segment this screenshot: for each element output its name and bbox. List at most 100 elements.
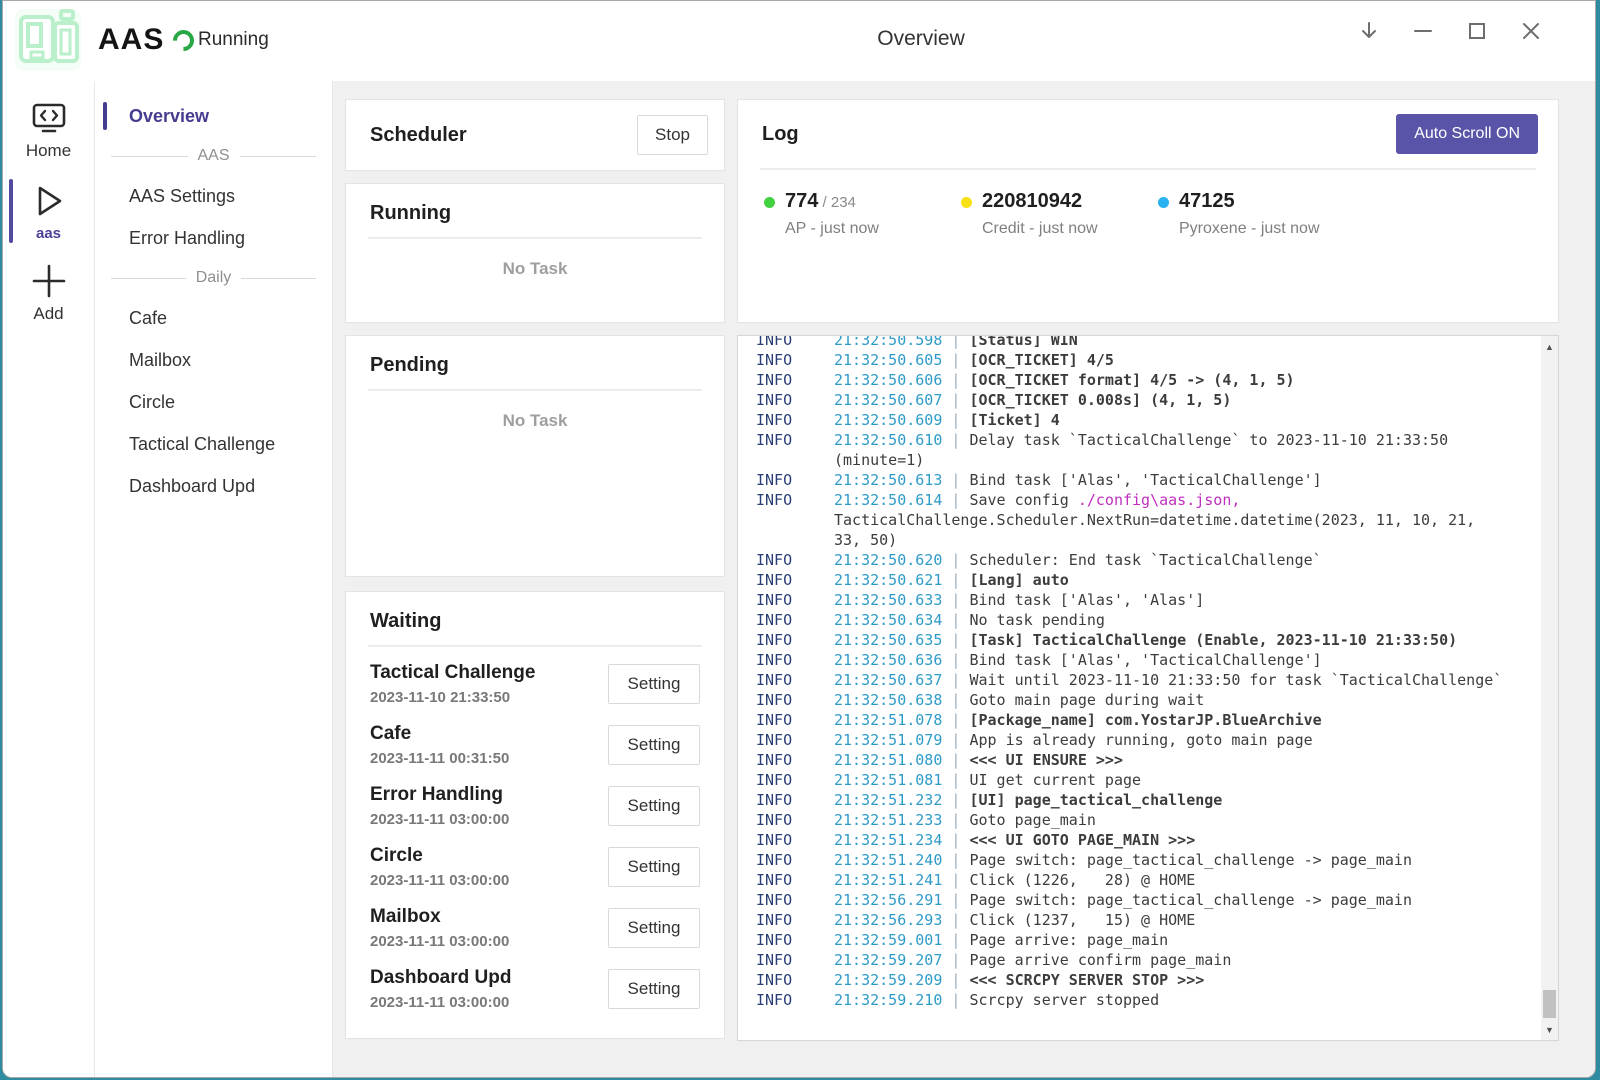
log-timestamp: 21:32:50.610 bbox=[834, 431, 942, 449]
log-message-segment: Scrcpy server stopped bbox=[969, 991, 1159, 1009]
waiting-task-name: Dashboard Upd bbox=[370, 967, 511, 989]
running-title: Running bbox=[346, 184, 724, 237]
log-timestamp: 21:32:51.241 bbox=[834, 871, 942, 889]
log-entry: INFO21:32:59.207 | Page arrive confirm p… bbox=[756, 950, 1506, 970]
log-entry: INFO21:32:51.080 | <<< UI ENSURE >>> bbox=[756, 750, 1506, 770]
log-entry: INFO21:32:59.001 | Page arrive: page_mai… bbox=[756, 930, 1506, 950]
log-level: INFO bbox=[756, 470, 834, 490]
waiting-list: Tactical Challenge 2023-11-10 21:33:50 Set… bbox=[346, 647, 724, 1019]
log-timestamp: 21:32:59.210 bbox=[834, 991, 942, 1009]
log-entry: INFO21:32:51.234 | <<< UI GOTO PAGE_MAIN… bbox=[756, 830, 1506, 850]
waiting-task-name: Mailbox bbox=[370, 906, 509, 928]
setting-button-tactical-challenge[interactable]: Setting bbox=[608, 664, 700, 704]
log-message-segment: Page arrive: page_main bbox=[969, 931, 1168, 949]
log-message-segment: <<< UI GOTO PAGE_MAIN >>> bbox=[969, 831, 1195, 849]
nav-item-mailbox[interactable]: Mailbox bbox=[95, 339, 332, 381]
log-message-segment: Bind task ['Alas', 'TacticalChallenge'] bbox=[969, 471, 1321, 489]
download-update-button[interactable] bbox=[1357, 19, 1381, 43]
log-header: Log Auto Scroll ON bbox=[738, 100, 1558, 168]
log-level: INFO bbox=[756, 650, 834, 670]
nav-item-cafe[interactable]: Cafe bbox=[95, 297, 332, 339]
rail-label-add: Add bbox=[33, 304, 63, 324]
minimize-button[interactable] bbox=[1411, 19, 1435, 43]
log-entry: INFO21:32:51.081 | UI get current page bbox=[756, 770, 1506, 790]
nav-item-error-handling[interactable]: Error Handling bbox=[95, 217, 332, 259]
close-button[interactable] bbox=[1519, 19, 1543, 43]
log-message-segment: UI get current page bbox=[969, 771, 1141, 789]
waiting-task-time: 2023-11-11 03:00:00 bbox=[370, 994, 511, 1011]
log-message-segment: Wait until 2023-11-10 21:33:50 for task … bbox=[969, 671, 1502, 689]
nav-item-aas-settings[interactable]: AAS Settings bbox=[95, 175, 332, 217]
nav-sidebar: OverviewAASAAS SettingsError HandlingDai… bbox=[95, 81, 333, 1077]
log-level: INFO bbox=[756, 810, 834, 830]
log-panel[interactable]: INFO21:32:50.598 | [Status] WININFO21:32… bbox=[737, 335, 1559, 1041]
auto-scroll-button[interactable]: Auto Scroll ON bbox=[1396, 114, 1538, 154]
setting-button-dashboard-upd[interactable]: Setting bbox=[608, 969, 700, 1009]
log-message-segment: [Package_name] com.YostarJP.BlueArchive bbox=[969, 711, 1321, 729]
window-controls bbox=[1357, 19, 1543, 43]
log-separator: | bbox=[942, 371, 969, 389]
log-timestamp: 21:32:59.209 bbox=[834, 971, 942, 989]
log-message-segment: [Task] TacticalChallenge (Enable, 2023-1… bbox=[969, 631, 1457, 649]
waiting-task-time: 2023-11-10 21:33:50 bbox=[370, 689, 535, 706]
log-level: INFO bbox=[756, 770, 834, 790]
log-level: INFO bbox=[756, 990, 834, 1010]
divider-line bbox=[240, 156, 317, 157]
log-entry: INFO21:32:50.610 | Delay task `TacticalC… bbox=[756, 430, 1506, 470]
setting-button-mailbox[interactable]: Setting bbox=[608, 908, 700, 948]
log-level: INFO bbox=[756, 410, 834, 430]
waiting-task-row-cafe: Cafe2023-11-11 00:31:50Setting bbox=[370, 714, 700, 775]
log-timestamp: 21:32:50.635 bbox=[834, 631, 942, 649]
nav-item-tactical-challenge[interactable]: Tactical Challenge bbox=[95, 423, 332, 465]
setting-button-circle[interactable]: Setting bbox=[608, 847, 700, 887]
waiting-task-row-dashboard-upd: Dashboard Upd 2023-11-11 03:00:00 Setting bbox=[370, 958, 700, 1019]
maximize-icon bbox=[1465, 19, 1489, 43]
stat-dot-icon bbox=[764, 197, 775, 208]
log-entry: INFO21:32:50.633 | Bind task ['Alas', 'A… bbox=[756, 590, 1506, 610]
log-message-segment: Goto page_main bbox=[969, 811, 1095, 829]
log-entry: INFO21:32:51.079 | App is already runnin… bbox=[756, 730, 1506, 750]
log-timestamp: 21:32:50.638 bbox=[834, 691, 942, 709]
log-separator: | bbox=[942, 831, 969, 849]
log-scrollbar[interactable]: ▲ ▼ bbox=[1541, 336, 1558, 1040]
log-separator: | bbox=[942, 471, 969, 489]
scrollbar-thumb[interactable] bbox=[1543, 990, 1556, 1018]
log-message-segment: Save config bbox=[969, 491, 1077, 509]
rail-item-add[interactable]: Add bbox=[3, 262, 94, 324]
scroll-down-button[interactable]: ▼ bbox=[1541, 1021, 1558, 1038]
log-entry: INFO21:32:50.637 | Wait until 2023-11-10… bbox=[756, 670, 1506, 690]
setting-button-error-handling[interactable]: Setting bbox=[608, 786, 700, 826]
log-message-segment: Bind task ['Alas', 'TacticalChallenge'] bbox=[969, 651, 1321, 669]
waiting-task-row-circle: Circle2023-11-11 03:00:00Setting bbox=[370, 836, 700, 897]
stat-caption: AP - just now bbox=[785, 220, 879, 238]
scheduler-card: Scheduler Stop bbox=[345, 99, 725, 171]
setting-button-cafe[interactable]: Setting bbox=[608, 725, 700, 765]
maximize-button[interactable] bbox=[1465, 19, 1489, 43]
nav-item-dashboard-upd[interactable]: Dashboard Upd bbox=[95, 465, 332, 507]
scheduler-status: Running bbox=[173, 29, 269, 51]
running-empty-text: No Task bbox=[346, 259, 724, 279]
log-separator: | bbox=[942, 551, 969, 569]
rail-item-home[interactable]: Home bbox=[3, 101, 94, 161]
nav-item-circle[interactable]: Circle bbox=[95, 381, 332, 423]
log-entry: INFO21:32:50.607 | [OCR_TICKET 0.008s] (… bbox=[756, 390, 1506, 410]
divider-line bbox=[111, 156, 188, 157]
log-entry: INFO21:32:50.638 | Goto main page during… bbox=[756, 690, 1506, 710]
log-separator: | bbox=[942, 351, 969, 369]
log-entry: INFO21:32:50.606 | [OCR_TICKET format] 4… bbox=[756, 370, 1506, 390]
rail-item-aas[interactable]: aas bbox=[3, 181, 94, 242]
nav-section-divider-aas: AAS bbox=[95, 137, 332, 175]
log-entry: INFO21:32:50.635 | [Task] TacticalChalle… bbox=[756, 630, 1506, 650]
log-timestamp: 21:32:51.080 bbox=[834, 751, 942, 769]
log-separator: | bbox=[942, 771, 969, 789]
waiting-task-name: Tactical Challenge bbox=[370, 662, 535, 684]
log-entry: INFO21:32:51.232 | [UI] page_tactical_ch… bbox=[756, 790, 1506, 810]
stat-value-row: 774 / 234 bbox=[785, 190, 879, 213]
nav-item-overview[interactable]: Overview bbox=[95, 95, 332, 137]
stat-credit: 220810942Credit - just now bbox=[961, 190, 1158, 238]
log-entry: INFO21:32:50.609 | [Ticket] 4 bbox=[756, 410, 1506, 430]
stop-button[interactable]: Stop bbox=[637, 115, 708, 155]
scroll-up-button[interactable]: ▲ bbox=[1541, 338, 1558, 355]
log-message-segment: [Lang] auto bbox=[969, 571, 1068, 589]
log-level: INFO bbox=[756, 335, 834, 350]
